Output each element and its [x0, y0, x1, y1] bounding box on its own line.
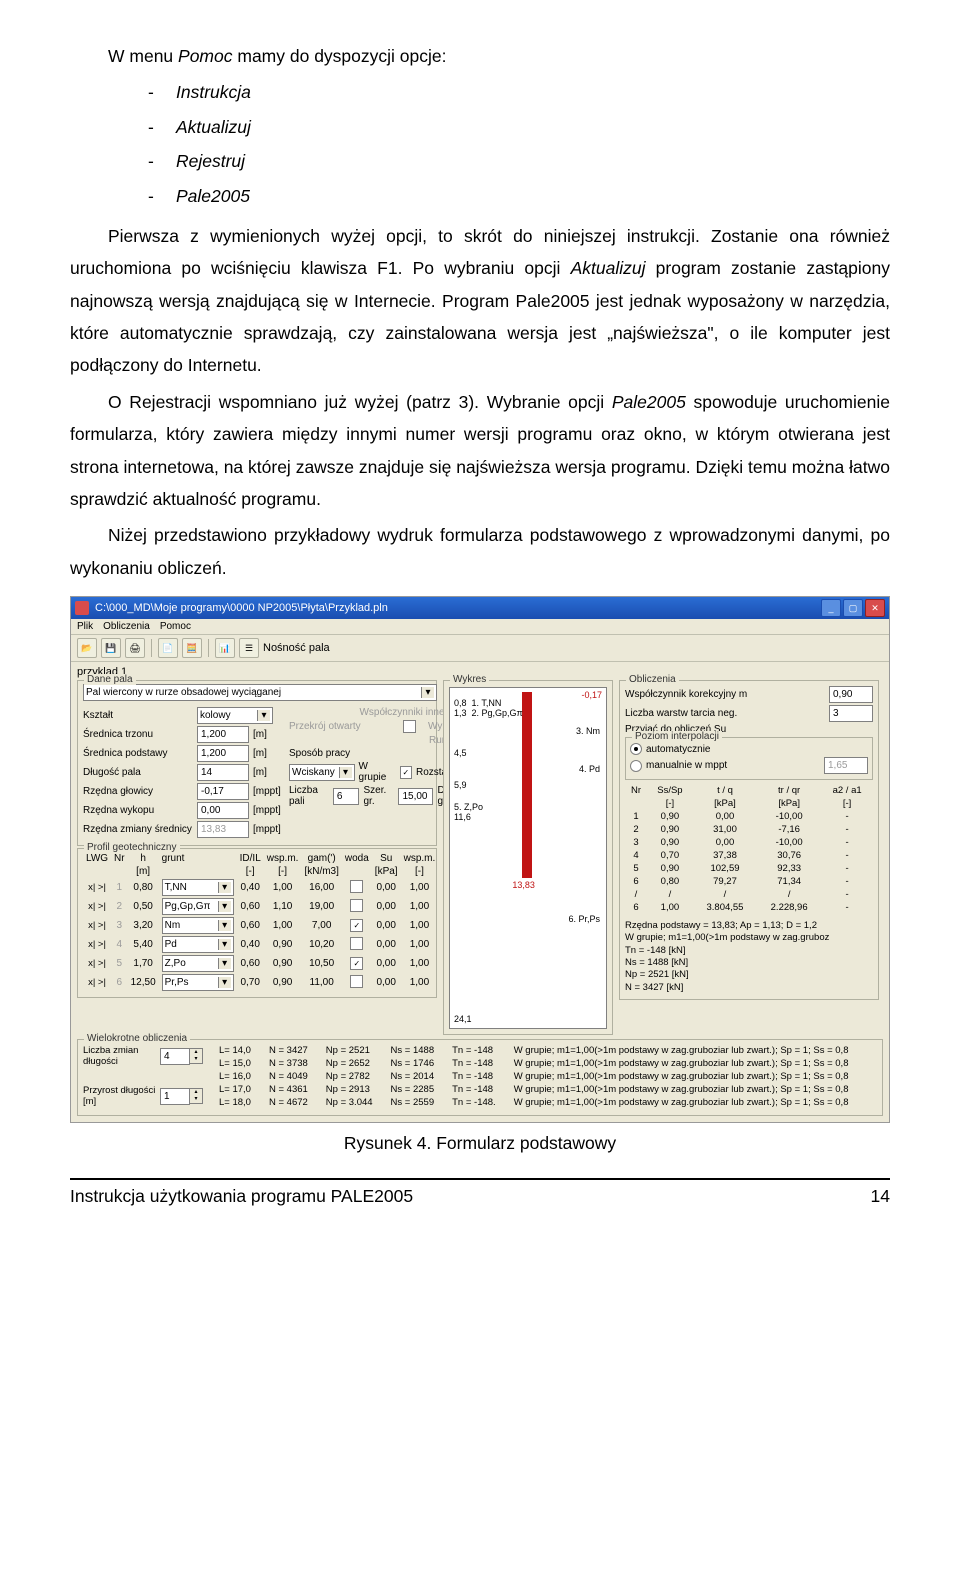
- base-diam-input[interactable]: 1,200: [197, 745, 249, 762]
- bullet-item: Aktualizuj: [176, 111, 251, 143]
- menubar: Plik Obliczenia Pomoc: [71, 619, 889, 635]
- p4: Niżej przedstawiono przykładowy wydruk f…: [70, 519, 890, 584]
- table-row: 61,003.804,552.228,96-: [625, 901, 873, 914]
- save-icon[interactable]: 💾: [101, 638, 121, 658]
- p1-em: Pomoc: [178, 46, 232, 66]
- radio-manual[interactable]: [630, 760, 642, 772]
- table-row: 60,8079,2771,34-: [625, 875, 873, 888]
- p2-em: Aktualizuj: [571, 258, 646, 278]
- list-icon[interactable]: ☰: [239, 638, 259, 658]
- multi-calc-table: L= 14,0N = 3427Np = 2521Ns = 1488Tn = -1…: [209, 1043, 858, 1110]
- page-footer: Instrukcja użytkowania programu PALE2005…: [70, 1184, 890, 1207]
- table-row: x| >|10,80T,NN▾0,401,0016,000,001,00: [83, 878, 438, 897]
- group-profil: Profil geotechniczny LWG Nr h grunt ID/I…: [77, 848, 437, 998]
- table-row: 10,900,00-10,00-: [625, 810, 873, 823]
- toolbar: 📂 💾 🖨 📄 🧮 📊 ☰ Nośność pala: [71, 635, 889, 662]
- group-wielokrotne: Wielokrotne obliczenia Liczba zmian dług…: [77, 1039, 883, 1116]
- menu-item[interactable]: Pomoc: [160, 621, 191, 632]
- table-row: x| >|33,20Nm▾0,601,007,00✓0,001,00: [83, 916, 438, 935]
- group-dane-pala: Dane pala Pal wiercony w rurze obsadowej…: [77, 680, 437, 846]
- table-row: L= 18,0N = 4672Np = 3.044Ns = 2559Tn = -…: [211, 1097, 856, 1108]
- group-checkbox[interactable]: ✓: [400, 766, 412, 779]
- footer-rule: [70, 1178, 890, 1180]
- calc-icon[interactable]: 🧮: [182, 638, 202, 658]
- app-window: C:\000_MD\Moje programy\0000 NP2005\Płyt…: [70, 596, 890, 1123]
- length-input[interactable]: 14: [197, 764, 249, 781]
- maximize-button[interactable]: ▢: [843, 599, 863, 617]
- radio-auto[interactable]: [630, 743, 642, 755]
- document-page: W menu Pomoc mamy do dyspozycji opcje: -…: [0, 0, 960, 1247]
- pile-chart: -0,17 0,8 1. T,NN 1,3 2. Pg,Gp,Gπ 3. Nm …: [449, 687, 607, 1029]
- table-row: L= 16,0N = 4049Np = 2782Ns = 2014Tn = -1…: [211, 1071, 856, 1082]
- menu-item[interactable]: Plik: [77, 621, 93, 632]
- footer-page: 14: [871, 1186, 890, 1207]
- table-row: 50,90102,5992,33-: [625, 862, 873, 875]
- group-obliczenia: Obliczenia Współczynnik korekcyjny m0,90…: [619, 680, 879, 1000]
- trunk-diam-input[interactable]: 1,200: [197, 726, 249, 743]
- table-row: L= 14,0N = 3427Np = 2521Ns = 1488Tn = -1…: [211, 1045, 856, 1056]
- close-button[interactable]: ✕: [865, 599, 885, 617]
- bullet-item: Pale2005: [176, 180, 250, 212]
- table-row: 40,7037,3830,76-: [625, 849, 873, 862]
- table-row: L= 15,0N = 3738Np = 2652Ns = 1746Tn = -1…: [211, 1058, 856, 1069]
- pile-shaft: [522, 692, 532, 878]
- excav-level-input[interactable]: 0,00: [197, 802, 249, 819]
- mode-select[interactable]: Wciskany▾: [289, 764, 355, 781]
- body-text: W menu Pomoc mamy do dyspozycji opcje: -…: [70, 40, 890, 584]
- head-level-input[interactable]: -0,17: [197, 783, 249, 800]
- neg-layers-input[interactable]: 3: [829, 705, 873, 722]
- table-row: x| >|51,70Z,Po▾0,600,9010,50✓0,001,00: [83, 954, 438, 973]
- table-row: ////-: [625, 888, 873, 901]
- open-icon[interactable]: 📂: [77, 638, 97, 658]
- group-wykres: Wykres -0,17 0,8 1. T,NN 1,3 2. Pg,Gp,Gπ…: [443, 680, 613, 1035]
- chevron-down-icon: ▾: [421, 687, 434, 698]
- width-input[interactable]: 15,00: [398, 788, 433, 805]
- minimize-button[interactable]: _: [821, 599, 841, 617]
- count-input[interactable]: 6: [333, 788, 360, 805]
- bullet-item: Rejestruj: [176, 145, 245, 177]
- titlebar[interactable]: C:\000_MD\Moje programy\0000 NP2005\Płyt…: [71, 597, 889, 619]
- toolbar-label: Nośność pala: [263, 642, 330, 654]
- len-changes-spinner[interactable]: 4▴▾: [160, 1048, 203, 1065]
- chart-icon[interactable]: 📊: [215, 638, 235, 658]
- table-row: x| >|20,50Pg,Gp,Gπ▾0,601,1019,000,001,00: [83, 897, 438, 916]
- p1-tail: mamy do dyspozycji opcje:: [233, 46, 447, 66]
- table-row: L= 17,0N = 4361Np = 2913Ns = 2285Tn = -1…: [211, 1084, 856, 1095]
- table-row: 30,900,00-10,00-: [625, 836, 873, 849]
- results-text: Rzędna podstawy = 13,83; Ap = 1,13; D = …: [625, 920, 873, 994]
- checkbox: [403, 720, 416, 733]
- figure-caption: Rysunek 4. Formularz podstawowy: [70, 1133, 890, 1154]
- print-icon[interactable]: 🖨: [125, 638, 145, 658]
- corr-coef-input[interactable]: 0,90: [829, 686, 873, 703]
- footer-left: Instrukcja użytkowania programu PALE2005: [70, 1186, 413, 1207]
- bullet-item: Instrukcja: [176, 76, 251, 108]
- p3-a: O Rejestracji wspomniano już wyżej (patr…: [108, 392, 612, 412]
- shape-select[interactable]: kolowy▾: [197, 707, 273, 724]
- bullet-list: -Instrukcja -Aktualizuj -Rejestruj -Pale…: [148, 76, 890, 212]
- menu-item[interactable]: Obliczenia: [103, 621, 150, 632]
- p3-em: Pale2005: [612, 392, 686, 412]
- window-title: C:\000_MD\Moje programy\0000 NP2005\Płyt…: [95, 602, 388, 614]
- table-row: 20,9031,00-7,16-: [625, 823, 873, 836]
- p1-lead: W menu: [108, 46, 178, 66]
- app-icon: [75, 601, 89, 615]
- pile-type-select[interactable]: Pal wiercony w rurze obsadowej wyciągane…: [83, 684, 437, 701]
- table-row: x| >|45,40Pd▾0,400,9010,200,001,00: [83, 935, 438, 954]
- change-level-input: 13,83: [197, 821, 249, 838]
- len-step-spinner[interactable]: 1▴▾: [160, 1088, 203, 1105]
- table-row: x| >|612,50Pr,Ps▾0,700,9011,000,001,00: [83, 973, 438, 992]
- new-icon[interactable]: 📄: [158, 638, 178, 658]
